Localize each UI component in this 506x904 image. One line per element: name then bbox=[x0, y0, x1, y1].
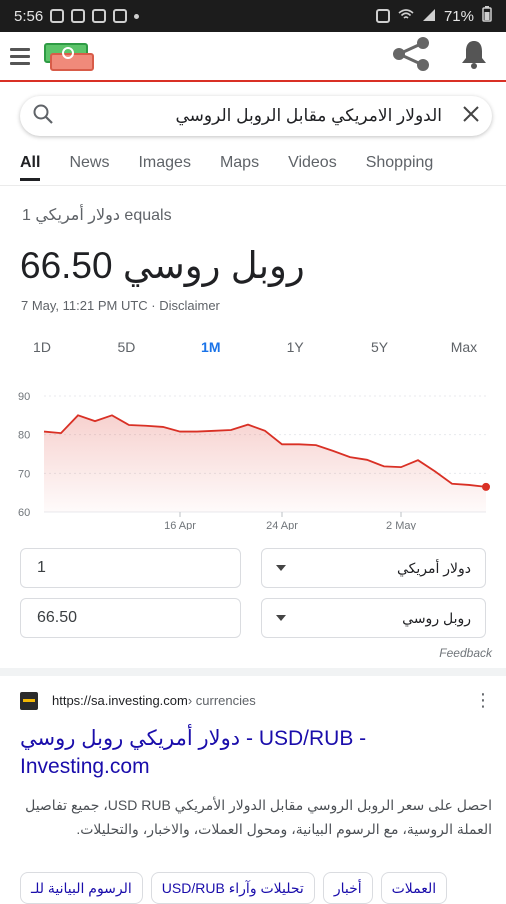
signal-icon bbox=[422, 8, 436, 25]
battery-level: 71% bbox=[444, 8, 474, 25]
chip-news[interactable]: أخبار bbox=[323, 872, 373, 904]
currency-to-select[interactable]: روبل روسي bbox=[261, 598, 486, 638]
y-tick-label: 90 bbox=[18, 391, 30, 403]
whatsapp-icon bbox=[71, 9, 85, 23]
menu-icon[interactable] bbox=[10, 48, 30, 65]
section-divider bbox=[0, 668, 506, 676]
range-max[interactable]: Max bbox=[442, 334, 486, 360]
notification-dot-icon bbox=[134, 14, 139, 19]
status-time: 5:56 bbox=[14, 8, 43, 25]
sitelink-chips: الرسوم البيانية للـ USD/RUB تحليلات وآرا… bbox=[20, 872, 506, 904]
converter-row-to: 66.50 روبل روسي bbox=[20, 598, 486, 638]
tab-videos[interactable]: Videos bbox=[288, 150, 337, 180]
search-tabs: All News Images Maps Videos Shopping bbox=[0, 150, 506, 186]
gallery-icon bbox=[92, 9, 106, 23]
range-1m[interactable]: 1M bbox=[189, 334, 233, 360]
currency-to-label: روبل روسي bbox=[402, 610, 471, 627]
tab-shopping[interactable]: Shopping bbox=[366, 150, 434, 180]
alarm-icon bbox=[376, 9, 390, 23]
instagram-icon bbox=[113, 9, 127, 23]
result-snippet: احصل على سعر الروبل الروسي مقابل الدولار… bbox=[20, 793, 492, 841]
clear-search-icon[interactable] bbox=[462, 105, 480, 128]
app-bar bbox=[0, 32, 506, 82]
exchange-rate-chart[interactable]: 90 80 70 60 16 Apr 24 Apr 2 May bbox=[14, 380, 496, 530]
chevron-down-icon bbox=[276, 615, 286, 621]
battery-icon bbox=[482, 6, 492, 26]
share-icon[interactable] bbox=[390, 36, 432, 77]
wifi-icon bbox=[398, 8, 414, 25]
site-favicon-icon bbox=[20, 692, 38, 710]
search-box[interactable]: الدولار الامريكي مقابل الروبل الروسي bbox=[20, 96, 492, 136]
chip-currencies[interactable]: العملات bbox=[381, 872, 448, 904]
y-tick-label: 80 bbox=[18, 430, 30, 442]
chip-charts[interactable]: الرسوم البيانية للـ bbox=[20, 872, 143, 904]
x-tick-label: 2 May bbox=[386, 520, 416, 530]
conversion-result: 66.50 روبل روسي bbox=[20, 244, 305, 287]
tab-images[interactable]: Images bbox=[138, 150, 190, 180]
range-5y[interactable]: 5Y bbox=[358, 334, 402, 360]
result-source[interactable]: https://sa.investing.com › currencies ⋮ bbox=[20, 690, 492, 711]
app-logo bbox=[40, 39, 96, 73]
range-5d[interactable]: 5D bbox=[104, 334, 148, 360]
y-tick-label: 60 bbox=[18, 507, 30, 519]
result-path: › currencies bbox=[188, 693, 256, 708]
area-fill bbox=[44, 415, 486, 512]
more-options-icon[interactable]: ⋮ bbox=[474, 690, 492, 711]
result-title-link[interactable]: دولار أمريكي روبل روسي - USD/RUB - Inves… bbox=[20, 725, 492, 781]
result-url[interactable]: https://sa.investing.com bbox=[52, 693, 188, 708]
search-icon[interactable] bbox=[32, 103, 54, 130]
range-1y[interactable]: 1Y bbox=[273, 334, 317, 360]
range-selector: 1D 5D 1M 1Y 5Y Max bbox=[20, 334, 486, 360]
status-bar: 5:56 71% bbox=[0, 0, 506, 32]
timestamp-disclaimer: 7 May, 11:21 PM UTC · Disclaimer bbox=[21, 298, 220, 313]
tab-maps[interactable]: Maps bbox=[220, 150, 259, 180]
currency-from-select[interactable]: دولار أمريكي bbox=[261, 548, 486, 588]
search-query[interactable]: الدولار الامريكي مقابل الروبل الروسي bbox=[54, 106, 462, 126]
tab-all[interactable]: All bbox=[20, 150, 40, 181]
amount-to-input[interactable]: 66.50 bbox=[20, 598, 241, 638]
chip-analysis[interactable]: USD/RUB تحليلات وآراء bbox=[151, 872, 315, 904]
amount-from-input[interactable]: 1 bbox=[20, 548, 241, 588]
x-tick-label: 16 Apr bbox=[164, 520, 196, 530]
message-icon bbox=[50, 9, 64, 23]
notification-bell-icon[interactable] bbox=[458, 38, 490, 75]
converter-row-from: 1 دولار أمريكي bbox=[20, 548, 486, 588]
chevron-down-icon bbox=[276, 565, 286, 571]
tab-news[interactable]: News bbox=[69, 150, 109, 180]
currency-from-label: دولار أمريكي bbox=[397, 560, 471, 577]
range-1d[interactable]: 1D bbox=[20, 334, 64, 360]
x-tick-label: 24 Apr bbox=[266, 520, 298, 530]
data-point bbox=[482, 483, 490, 491]
equals-line: 1 دولار أمريكي equals bbox=[22, 205, 172, 225]
y-tick-label: 70 bbox=[18, 468, 30, 480]
feedback-link[interactable]: Feedback bbox=[439, 646, 492, 660]
search-result: https://sa.investing.com › currencies ⋮ … bbox=[20, 690, 492, 841]
